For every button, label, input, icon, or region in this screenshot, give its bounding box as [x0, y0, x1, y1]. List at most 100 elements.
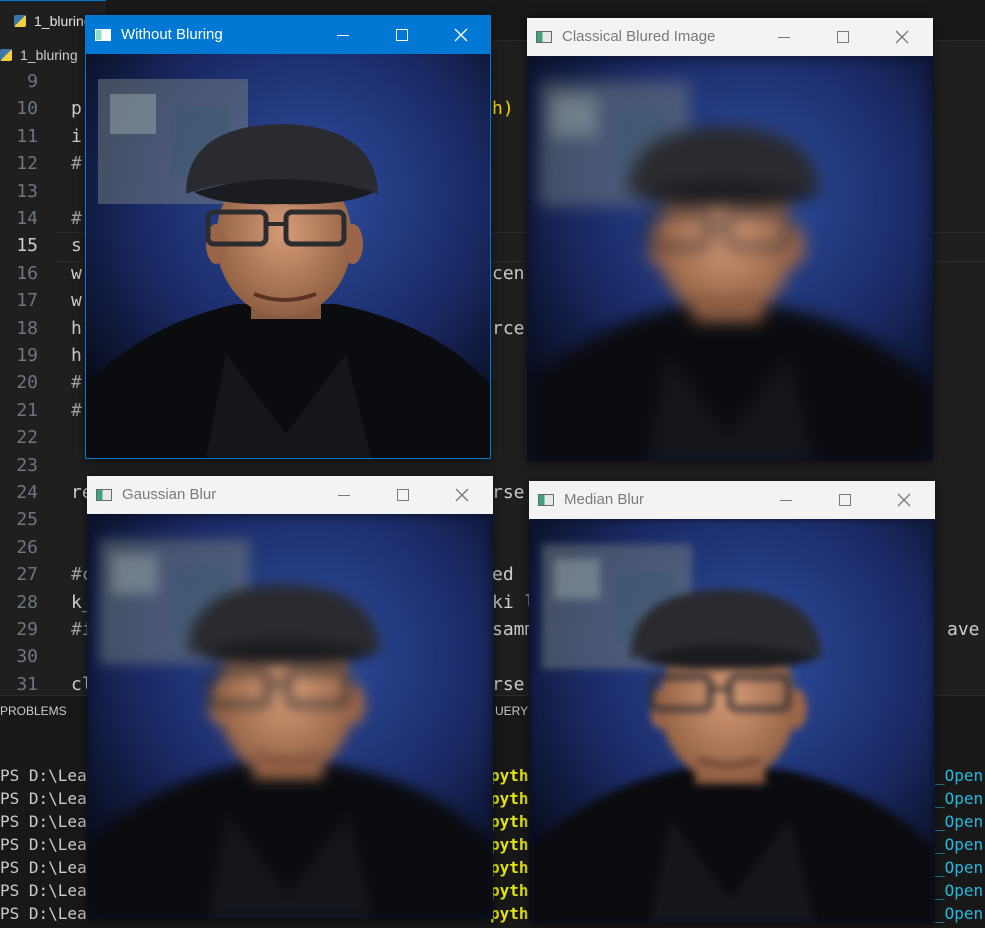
close-button[interactable] — [875, 481, 933, 519]
terminal-path: _Open( — [935, 766, 985, 785]
terminal-path: _Open( — [935, 881, 985, 900]
code-fragment: h) — [492, 98, 514, 120]
tab-problems[interactable]: PROBLEMS — [0, 704, 67, 718]
line-number: 25 — [16, 509, 38, 531]
window-title: Classical Blured Image — [562, 28, 716, 45]
line-number: 20 — [16, 372, 38, 394]
opencv-window-icon — [95, 29, 111, 41]
line-number: 24 — [16, 482, 38, 503]
code-fragment: rse — [492, 482, 525, 503]
maximize-icon — [397, 489, 409, 501]
code-fragment: # — [71, 372, 82, 394]
window-gaussian-blur[interactable]: Gaussian Blur — [87, 476, 493, 919]
line-number: 12 — [16, 153, 38, 175]
code-fragment: s — [71, 235, 82, 257]
code-fragment: # — [71, 208, 82, 229]
terminal-prompt: PS D:\Lea — [0, 812, 87, 831]
line-number: 27 — [16, 564, 38, 586]
maximize-button[interactable] — [374, 476, 432, 514]
line-number: 21 — [16, 399, 38, 421]
python-file-icon — [0, 49, 12, 61]
window-titlebar[interactable]: Without Bluring — [86, 16, 490, 54]
image-canvas — [87, 514, 493, 919]
line-number: 23 — [16, 454, 38, 476]
maximize-button[interactable] — [373, 16, 431, 54]
code-fragment: w — [71, 262, 82, 284]
close-button[interactable] — [873, 18, 931, 56]
window-title: Median Blur — [564, 491, 645, 508]
minimize-icon — [337, 34, 349, 36]
minimize-button[interactable] — [314, 16, 372, 54]
maximize-icon — [396, 29, 408, 41]
image-canvas — [86, 54, 490, 458]
code-fragment: rse — [492, 673, 525, 695]
terminal-path: _Open( — [935, 812, 985, 831]
terminal-path: _Open( — [935, 835, 985, 854]
window-title: Without Bluring — [121, 26, 223, 43]
minimize-icon — [338, 494, 350, 496]
code-fragment: ed — [492, 564, 514, 586]
code-fragment: w — [71, 290, 82, 312]
breadcrumb-label: 1_bluring — [20, 47, 78, 63]
terminal-prompt: PS D:\Lea — [0, 766, 87, 785]
window-titlebar[interactable]: Gaussian Blur — [87, 476, 493, 514]
minimize-icon — [780, 499, 792, 501]
line-number: 31 — [16, 673, 38, 695]
image-canvas — [529, 519, 935, 923]
terminal-prompt: PS D:\Lea — [0, 881, 87, 900]
terminal-path: _Open( — [935, 858, 985, 877]
code-fragment: h — [71, 345, 82, 366]
line-number: 28 — [16, 591, 38, 613]
line-number: 17 — [16, 290, 38, 312]
window-titlebar[interactable]: Median Blur — [529, 481, 935, 519]
window-without-bluring[interactable]: Without Bluring — [85, 15, 491, 459]
maximize-button[interactable] — [814, 18, 872, 56]
maximize-button[interactable] — [816, 481, 874, 519]
terminal-prompt: PS D:\Lea — [0, 789, 87, 808]
code-fragment: # — [71, 153, 82, 175]
minimize-icon — [778, 36, 790, 38]
opencv-window-icon — [538, 494, 554, 506]
code-fragment: cen — [492, 262, 525, 284]
line-number: 18 — [16, 317, 38, 339]
opencv-window-icon — [536, 31, 552, 43]
line-number: 15 — [16, 235, 38, 257]
maximize-icon — [837, 31, 849, 43]
close-icon — [895, 30, 909, 44]
opencv-window-icon — [96, 489, 112, 501]
line-number: 22 — [16, 427, 38, 449]
breadcrumb[interactable]: 1_bluring — [0, 44, 78, 66]
portrait-image — [87, 514, 493, 919]
close-button[interactable] — [432, 16, 490, 54]
terminal-path: _Open( — [935, 904, 985, 923]
window-median-blur[interactable]: Median Blur — [529, 481, 935, 923]
code-fragment: ave — [947, 619, 980, 640]
terminal-prompt: PS D:\Lea — [0, 835, 87, 854]
close-icon — [455, 488, 469, 502]
line-number: 13 — [16, 180, 38, 202]
minimize-button[interactable] — [315, 476, 373, 514]
portrait-image — [86, 54, 490, 458]
line-number: 29 — [16, 619, 38, 640]
close-icon — [897, 493, 911, 507]
line-number: 26 — [16, 536, 38, 558]
minimize-button[interactable] — [757, 481, 815, 519]
code-fragment: # — [71, 399, 82, 421]
line-number: 16 — [16, 262, 38, 284]
line-number: 10 — [16, 98, 38, 120]
line-number: 14 — [16, 208, 38, 229]
minimize-button[interactable] — [755, 18, 813, 56]
terminal-prompt: PS D:\Lea — [0, 858, 87, 877]
line-number: 19 — [16, 345, 38, 366]
close-button[interactable] — [433, 476, 491, 514]
portrait-image — [527, 56, 933, 461]
close-icon — [454, 28, 468, 42]
code-fragment: i — [71, 125, 82, 147]
window-titlebar[interactable]: Classical Blured Image — [527, 18, 933, 56]
terminal-path: _Open( — [935, 789, 985, 808]
window-classical-blured-image[interactable]: Classical Blured Image — [527, 18, 933, 461]
maximize-icon — [839, 494, 851, 506]
line-number: 30 — [16, 646, 38, 668]
portrait-image — [529, 519, 935, 923]
code-fragment: p — [71, 98, 82, 120]
